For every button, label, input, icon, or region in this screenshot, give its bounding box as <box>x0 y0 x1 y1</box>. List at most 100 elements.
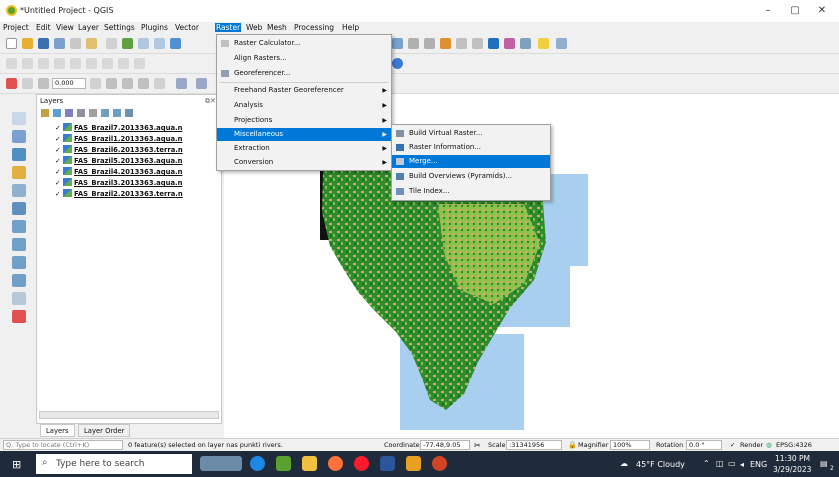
statistics-icon[interactable] <box>504 38 515 49</box>
layer-visibility-checkbox[interactable]: ✓ <box>55 157 63 165</box>
layer-item[interactable]: ✓ FAS_Brazil2.2013363.terra.n <box>55 189 223 199</box>
menu-settings[interactable]: Settings <box>104 23 135 32</box>
menu-item-conversion[interactable]: Conversion ▶ <box>217 156 391 169</box>
zoom-in-icon[interactable] <box>138 38 149 49</box>
menu-item-merge[interactable]: Merge... <box>392 155 550 168</box>
delete-feature-icon[interactable] <box>86 58 97 69</box>
language-indicator[interactable]: ENG <box>750 460 767 469</box>
menu-web[interactable]: Web <box>246 23 262 32</box>
menu-item-build-overviews[interactable]: Build Overviews (Pyramids)... <box>392 170 550 183</box>
manage-map-themes-icon[interactable] <box>65 109 73 117</box>
avoid-overlap-icon[interactable] <box>138 78 149 89</box>
edge-icon[interactable] <box>250 456 265 471</box>
cut-feature-icon[interactable] <box>102 58 113 69</box>
layer-visibility-checkbox[interactable]: ✓ <box>55 179 63 187</box>
intersection-icon[interactable] <box>122 78 133 89</box>
layer-visibility-checkbox[interactable]: ✓ <box>55 146 63 154</box>
save-as-icon[interactable] <box>54 38 65 49</box>
new-layer-icon[interactable] <box>12 292 26 305</box>
spin-icon[interactable] <box>90 78 101 89</box>
toolbox-icon[interactable] <box>488 38 499 49</box>
tray-chevron-icon[interactable]: ⌃ <box>703 459 710 468</box>
deselect-icon[interactable] <box>440 38 451 49</box>
add-virtual-layer-icon[interactable] <box>12 202 26 215</box>
coordinate-field[interactable]: -77.48,9.05 <box>420 440 470 450</box>
clock-time[interactable]: 11:30 PM <box>775 454 810 463</box>
layer-item[interactable]: ✓ FAS_Brazil1.2013363.aqua.n <box>55 134 223 144</box>
add-xyz-icon[interactable] <box>12 274 26 287</box>
scale-combo[interactable]: :31341956 <box>506 440 562 450</box>
file-explorer-icon[interactable] <box>302 456 317 471</box>
weather-icon[interactable]: ☁ <box>620 459 628 468</box>
google-slides-icon[interactable] <box>406 456 421 471</box>
powerpoint-icon[interactable] <box>432 456 447 471</box>
menu-layer[interactable]: Layer <box>78 23 99 32</box>
panel-float-icon[interactable]: ⧉✕ <box>205 97 216 106</box>
layer-visibility-checkbox[interactable]: ✓ <box>55 124 63 132</box>
add-wcs-icon[interactable] <box>12 256 26 269</box>
expand-all-icon[interactable] <box>101 109 109 117</box>
add-wms-icon[interactable] <box>12 220 26 233</box>
menu-view[interactable]: View <box>56 23 74 32</box>
menu-help[interactable]: Help <box>342 23 359 32</box>
zoom-out-icon[interactable] <box>154 38 165 49</box>
add-wfs-icon[interactable] <box>12 238 26 251</box>
rotation-field[interactable]: 0.0 ° <box>686 440 722 450</box>
collapse-all-icon[interactable] <box>113 109 121 117</box>
open-project-icon[interactable] <box>22 38 33 49</box>
style-manager-icon[interactable] <box>86 38 97 49</box>
paste-feature-icon[interactable] <box>134 58 145 69</box>
menu-item-georeferencer[interactable]: Georeferencer... <box>217 67 391 80</box>
topology-icon[interactable] <box>106 78 117 89</box>
snap-value-field[interactable]: 0.000 <box>52 78 86 89</box>
clock-date[interactable]: 3/29/2023 <box>773 465 811 474</box>
attribute-table-icon[interactable] <box>456 38 467 49</box>
tab-layers[interactable]: Layers <box>40 424 75 437</box>
menu-item-raster-information[interactable]: Raster Information... <box>392 141 550 154</box>
add-spatialite-icon[interactable] <box>12 184 26 197</box>
add-group-icon[interactable] <box>53 109 61 117</box>
menu-edit[interactable]: Edit <box>36 23 51 32</box>
menu-item-freehand-georeferencer[interactable]: Freehand Raster Georeferencer ▶ <box>217 84 391 97</box>
pan-icon[interactable] <box>106 38 117 49</box>
style-icon[interactable] <box>41 109 49 117</box>
filter-legend-icon[interactable] <box>89 109 97 117</box>
map-tips-icon[interactable] <box>556 38 567 49</box>
opera-icon[interactable] <box>354 456 369 471</box>
menu-vector[interactable]: Vector <box>175 23 199 32</box>
digitize-icon[interactable] <box>6 58 17 69</box>
menu-item-analysis[interactable]: Analysis ▶ <box>217 99 391 112</box>
menu-item-extraction[interactable]: Extraction ▶ <box>217 142 391 155</box>
advanced-digitizing-icon[interactable] <box>6 78 17 89</box>
measure-icon[interactable] <box>520 38 531 49</box>
label-tool-icon[interactable] <box>176 78 187 89</box>
snapping-icon[interactable] <box>22 78 33 89</box>
maximize-button[interactable]: ▢ <box>785 4 805 18</box>
new-project-icon[interactable] <box>6 38 17 49</box>
text-tool-icon[interactable] <box>154 78 165 89</box>
crs-globe-icon[interactable]: ◍ <box>766 441 772 449</box>
menu-mesh[interactable]: Mesh <box>267 23 287 32</box>
layer-item[interactable]: ✓ FAS_Brazil4.2013363.aqua.n <box>55 167 223 177</box>
layer-item[interactable]: ✓ FAS_Brazil7.2013363.aqua.n <box>55 123 223 133</box>
add-delimited-text-icon[interactable] <box>12 166 26 179</box>
zoom-full-icon[interactable] <box>170 38 181 49</box>
digitizing-toolbar-icon[interactable] <box>12 310 26 323</box>
add-mesh-layer-icon[interactable] <box>12 148 26 161</box>
minimize-button[interactable]: – <box>758 4 778 18</box>
filter-icon[interactable] <box>77 109 85 117</box>
lock-icon[interactable]: 🔒 <box>568 441 577 449</box>
menu-raster[interactable]: Raster <box>215 23 242 32</box>
globe-icon[interactable] <box>392 58 403 69</box>
remove-layer-icon[interactable] <box>125 109 133 117</box>
label-pin-icon[interactable] <box>196 78 207 89</box>
snap-tolerance-icon[interactable] <box>38 78 49 89</box>
menu-item-build-virtual-raster[interactable]: Build Virtual Raster... <box>392 127 550 140</box>
add-vector-layer-icon[interactable] <box>12 112 26 125</box>
close-button[interactable]: ✕ <box>812 4 832 18</box>
volume-icon[interactable]: ◂ <box>740 460 744 469</box>
copy-feature-icon[interactable] <box>118 58 129 69</box>
extents-toggle-icon[interactable]: ✂ <box>474 441 481 450</box>
select-icon[interactable] <box>424 38 435 49</box>
zoom-layer-icon[interactable] <box>392 38 403 49</box>
